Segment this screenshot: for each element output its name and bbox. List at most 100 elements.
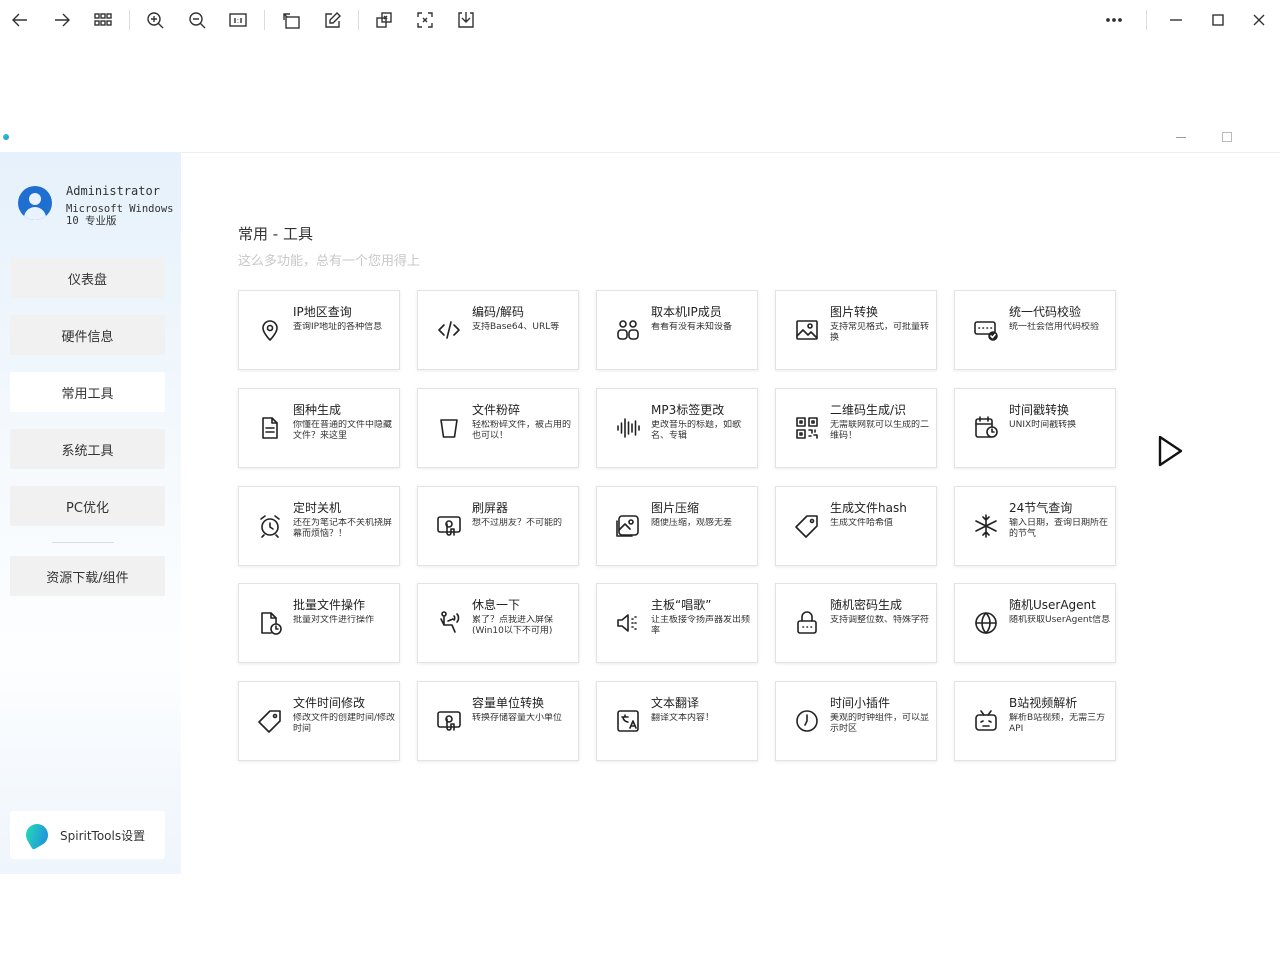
zoom-out-icon[interactable] xyxy=(183,7,211,33)
globe-icon xyxy=(973,610,999,636)
app-minimize-icon[interactable] xyxy=(1176,137,1186,138)
toolbar-divider xyxy=(264,10,265,30)
tool-name: 批量文件操作 xyxy=(293,598,366,612)
tool-name: 文件时间修改 xyxy=(293,696,366,710)
nav-dashboard[interactable]: 仪表盘 xyxy=(10,258,165,298)
tool-description: 让主板接令扬声器发出频率 xyxy=(651,615,751,636)
nav-divider xyxy=(52,542,114,543)
tool-name: IP地区查询 xyxy=(293,305,352,319)
tool-card[interactable]: B站视频解析 解析B站视频，无需三方API xyxy=(954,681,1116,761)
app-icon xyxy=(3,134,9,140)
document-icon xyxy=(257,415,283,441)
nav-pc-optimize[interactable]: PC优化 xyxy=(10,486,165,526)
back-arrow-icon[interactable] xyxy=(6,7,34,33)
app-maximize-icon[interactable] xyxy=(1222,132,1232,142)
nav-hardware-info[interactable]: 硬件信息 xyxy=(10,315,165,355)
tool-name: 随机密码生成 xyxy=(830,598,903,612)
save-icon[interactable] xyxy=(452,7,480,33)
location-pin-icon xyxy=(257,317,283,343)
calendar-clock-icon xyxy=(973,415,999,441)
tool-card[interactable]: 二维码生成/识无需联网就可以生成的二维码！ xyxy=(775,388,937,468)
maximize-icon[interactable] xyxy=(1204,7,1232,33)
tool-name: 时间戳转换 xyxy=(1009,403,1070,417)
actual-size-icon[interactable] xyxy=(224,7,252,33)
tool-name: 随机UserAgent xyxy=(1009,598,1096,612)
rotate-icon[interactable] xyxy=(277,7,305,33)
nav-common-tools[interactable]: 常用工具 xyxy=(10,372,165,412)
tool-card[interactable]: 容量单位转换 转换存储容量大小单位 xyxy=(417,681,579,761)
close-icon[interactable] xyxy=(1245,7,1273,33)
tool-card[interactable]: 图片转换 支持常见格式，可批量转换 xyxy=(775,290,937,370)
tool-name: 刷屏器 xyxy=(472,501,509,515)
tv-icon xyxy=(973,708,999,734)
tool-card[interactable]: MP3标签更改 更改音乐的标题，如歌名、专辑 xyxy=(596,388,758,468)
tool-card[interactable]: 文件粉碎轻松粉碎文件，被占用的也可以！ xyxy=(417,388,579,468)
tool-card[interactable]: 随机密码生成 支持调整位数、特殊字符 xyxy=(775,583,937,663)
more-icon[interactable] xyxy=(1100,7,1128,33)
tool-name: 休息一下 xyxy=(472,598,521,612)
tool-name: 时间小插件 xyxy=(830,696,891,710)
tool-name: 二维码生成/识 xyxy=(830,403,907,417)
tool-card[interactable]: 刷屏器 想不过朋友？不可能的 xyxy=(417,486,579,566)
page-subtitle: 这么多功能，总有一个您用得上 xyxy=(238,254,421,269)
person-relax-icon xyxy=(436,610,462,636)
tool-card[interactable]: 统一代码校验统一社会信用代码校验 xyxy=(954,290,1116,370)
tool-name: 图片转换 xyxy=(830,305,879,319)
tag-icon xyxy=(257,708,283,734)
alarm-clock-icon xyxy=(257,513,283,539)
tool-card[interactable]: 24节气查询 输入日期，查询日期所在的节气 xyxy=(954,486,1116,566)
tool-card[interactable]: 随机UserAgent 随机获取UserAgent信息 xyxy=(954,583,1116,663)
code-icon xyxy=(436,317,462,343)
viewer-toolbar xyxy=(0,0,1280,40)
tool-card[interactable]: 主板“唱歌” 让主板接令扬声器发出频率 xyxy=(596,583,758,663)
tool-name: 取本机IP成员 xyxy=(651,305,722,319)
tool-card[interactable]: 图种生成 你懂在普通的文件中隐藏文件？来这里 xyxy=(238,388,400,468)
tool-card[interactable]: 文本翻译 翻译文本内容！ xyxy=(596,681,758,761)
crop-icon[interactable] xyxy=(370,7,398,33)
nav-system-tools[interactable]: 系统工具 xyxy=(10,429,165,469)
tool-description: 修改文件的创建时间/修改时间 xyxy=(293,713,396,734)
tool-name: 24节气查询 xyxy=(1009,501,1073,515)
zoom-in-icon[interactable] xyxy=(141,7,169,33)
tool-description: 随机获取UserAgent信息 xyxy=(1009,615,1111,625)
tool-description: 看看有没有未知设备 xyxy=(651,322,733,332)
tool-description: 统一社会信用代码校验 xyxy=(1009,322,1100,332)
tool-card[interactable]: 图片压缩随便压缩，观感无差 xyxy=(596,486,758,566)
tool-description: 轻松粉碎文件，被占用的也可以！ xyxy=(472,420,572,441)
tool-card[interactable]: 时间小插件 美观的时钟组件，可以显示时区 xyxy=(775,681,937,761)
tool-name: 文件粉碎 xyxy=(472,403,521,417)
minimize-icon[interactable] xyxy=(1162,7,1190,33)
tool-name: 编码/解码 xyxy=(472,305,525,319)
tool-card[interactable]: 定时关机 还在为笔记本不关机挠屏幕而烦恼？！ xyxy=(238,486,400,566)
tool-card[interactable]: 生成文件hash 生成文件哈希值 xyxy=(775,486,937,566)
edit-icon[interactable] xyxy=(319,7,347,33)
toolbar-divider xyxy=(129,10,130,30)
tool-card[interactable]: IP地区查询 查询IP地址的各种信息 xyxy=(238,290,400,370)
tool-name: 定时关机 xyxy=(293,501,342,515)
tool-card[interactable]: 时间戳转换 UNIX时间戳转换 xyxy=(954,388,1116,468)
tool-description: 支持Base64、URL等 xyxy=(472,322,560,332)
tool-description: 更改音乐的标题，如歌名、专辑 xyxy=(651,420,742,441)
tool-card[interactable]: 批量文件操作 批量对文件进行操作 xyxy=(238,583,400,663)
tool-description: 随便压缩，观感无差 xyxy=(651,518,733,528)
screen-touch-icon xyxy=(436,708,462,734)
forward-arrow-icon[interactable] xyxy=(48,7,76,33)
snowflake-icon xyxy=(973,513,999,539)
user-os: Microsoft Windows 10 专业版 xyxy=(66,203,174,227)
tool-card[interactable]: 编码/解码支持Base64、URL等 xyxy=(417,290,579,370)
tool-card[interactable]: 取本机IP成员看看有没有未知设备 xyxy=(596,290,758,370)
nav-downloads[interactable]: 资源下载/组件 xyxy=(10,556,165,596)
next-page-icon[interactable] xyxy=(1156,434,1184,468)
sidebar: Administrator Microsoft Windows 10 专业版 仪… xyxy=(0,152,181,874)
users-icon xyxy=(615,317,641,343)
tool-card[interactable]: 休息一下 累了？点我进入屏保(Win10以下不可用) xyxy=(417,583,579,663)
tool-name: B站视频解析 xyxy=(1009,696,1078,710)
ocr-icon[interactable] xyxy=(411,7,439,33)
tool-description: 你懂在普通的文件中隐藏文件？来这里 xyxy=(293,420,393,441)
grid-view-icon[interactable] xyxy=(89,7,117,33)
tool-card[interactable]: 文件时间修改修改文件的创建时间/修改时间 xyxy=(238,681,400,761)
tool-description: 无需联网就可以生成的二维码！ xyxy=(830,420,930,441)
tool-name: 图片压缩 xyxy=(651,501,700,515)
tool-name: 统一代码校验 xyxy=(1009,305,1082,319)
settings-button[interactable]: SpiritTools设置 xyxy=(10,811,165,859)
